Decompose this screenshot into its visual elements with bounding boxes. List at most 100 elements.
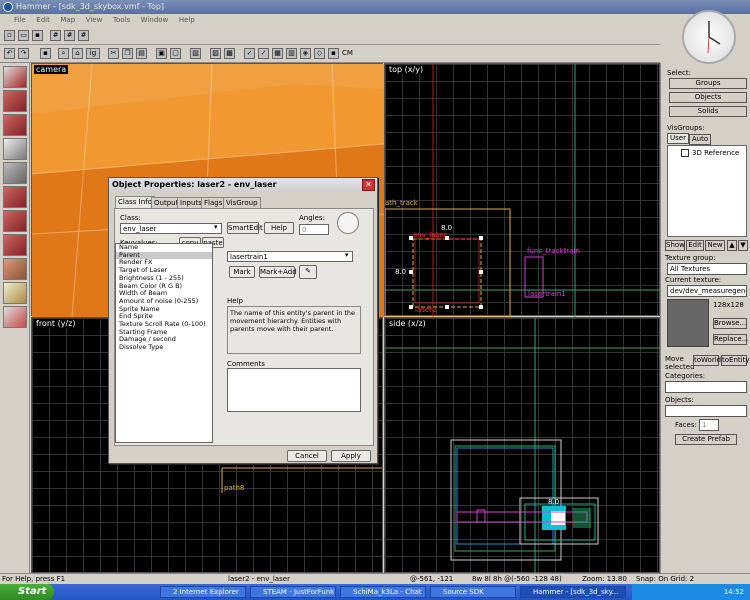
menu-file[interactable]: File <box>14 14 26 27</box>
side-viewport[interactable]: side (x/z) 8.0 <box>384 317 661 574</box>
to-world-button[interactable]: toWorld <box>693 355 721 366</box>
dialog-close-icon[interactable]: ✕ <box>362 179 375 191</box>
visgroup-edit-button[interactable]: Edit <box>686 240 704 251</box>
vertex-tool-icon[interactable] <box>3 306 27 328</box>
visgroup-new-button[interactable]: New <box>705 240 725 251</box>
side-scene <box>385 318 661 574</box>
carve-icon[interactable]: ▧ <box>190 48 201 59</box>
grid-toggle-icon[interactable]: # <box>50 30 61 41</box>
clipping-tool-icon[interactable] <box>3 282 27 304</box>
top-viewport[interactable]: top (x/y) ath_track env_laser 8.0 8.0 fu… <box>384 63 661 317</box>
faces-input[interactable]: 1 <box>699 419 719 431</box>
cordon-icon[interactable]: ▪ <box>328 48 339 59</box>
task-internet-explorer[interactable]: 2 Internet Explorer <box>160 586 246 598</box>
tab-flags[interactable]: Flags <box>201 197 226 208</box>
help-button[interactable]: Help <box>264 222 294 234</box>
task-source-sdk[interactable]: Source SDK <box>430 586 516 598</box>
apply-current-texture-icon[interactable] <box>3 210 27 232</box>
eyedropper-icon[interactable]: ✎ <box>299 265 317 279</box>
menu-help[interactable]: Help <box>179 14 195 27</box>
texture-application-icon[interactable] <box>3 186 27 208</box>
group-icon[interactable]: ▣ <box>156 48 167 59</box>
texture-group-select[interactable]: All Textures <box>667 263 747 275</box>
paste-icon[interactable]: ▤ <box>136 48 147 59</box>
magnify-tool-icon[interactable] <box>3 90 27 112</box>
categories-select[interactable] <box>665 381 747 393</box>
to-entity-button[interactable]: toEntity <box>721 355 749 366</box>
menu-view[interactable]: View <box>86 14 103 27</box>
selection-tool-icon[interactable] <box>3 66 27 88</box>
select-objects-button[interactable]: Objects <box>669 92 747 103</box>
entity-tool-icon[interactable] <box>3 138 27 160</box>
cancel-button[interactable]: Cancel <box>287 450 327 462</box>
block-tool-icon[interactable] <box>3 162 27 184</box>
menu-tools[interactable]: Tools <box>113 14 130 27</box>
hide-selected-icon[interactable]: ▨ <box>210 48 221 59</box>
move-to-world-icon[interactable]: ▥ <box>286 48 297 59</box>
task-steam[interactable]: STEAM - JustForFunk... <box>250 586 336 598</box>
value-dropdown-icon[interactable]: ▾ <box>345 251 349 259</box>
cordon-mode-label[interactable]: CM <box>342 49 353 57</box>
menu-map[interactable]: Map <box>60 14 75 27</box>
angles-input[interactable]: 0 <box>299 224 329 235</box>
class-dropdown-icon[interactable]: ▾ <box>214 223 218 231</box>
visgroup-show-button[interactable]: Show <box>665 240 685 251</box>
create-prefab-button[interactable]: Create Prefab <box>675 434 737 445</box>
objects-select[interactable] <box>665 405 747 417</box>
visgroups-tab-user[interactable]: User <box>667 133 689 144</box>
tab-visgroup[interactable]: VisGroup <box>223 197 261 208</box>
show-all-icon[interactable]: ▩ <box>224 48 235 59</box>
save-map-icon[interactable]: ▪ <box>40 48 51 59</box>
texture-lock-scale-icon[interactable]: ✓ <box>258 48 269 59</box>
save-icon[interactable]: ▪ <box>32 30 43 41</box>
ignore-groups-button[interactable]: ig <box>86 48 100 59</box>
move-up-arrow-icon[interactable]: ▲ <box>727 240 737 251</box>
camera-tool-icon[interactable] <box>3 114 27 136</box>
helpers-toggle-icon[interactable]: ◇ <box>314 48 325 59</box>
visgroups-tab-auto[interactable]: Auto <box>689 134 711 145</box>
menu-window[interactable]: Window <box>141 14 169 27</box>
tab-class-info[interactable]: Class Info <box>115 196 155 208</box>
grid-larger-icon[interactable]: # <box>78 30 89 41</box>
texture-lock-icon[interactable]: ✓ <box>244 48 255 59</box>
browse-button[interactable]: Browse... <box>713 318 747 329</box>
keyvalue-value-input[interactable]: lasertrain1 <box>227 251 353 262</box>
apply-button[interactable]: Apply <box>331 450 371 462</box>
tie-to-entity-icon[interactable]: ▦ <box>272 48 283 59</box>
smartedit-button[interactable]: SmartEdit <box>227 222 263 234</box>
clock-widget <box>682 10 736 64</box>
overlay-tool-icon[interactable] <box>3 258 27 280</box>
angles-dial-icon[interactable] <box>337 212 359 234</box>
replace-button[interactable]: Replace... <box>713 334 748 345</box>
start-button[interactable]: Start <box>0 584 54 600</box>
decal-tool-icon[interactable] <box>3 234 27 256</box>
redo-icon[interactable]: ↷ <box>18 48 29 59</box>
new-file-icon[interactable]: ▫ <box>4 30 15 41</box>
copy-icon[interactable]: ❐ <box>122 48 133 59</box>
find-entity-icon[interactable]: ⌕ <box>58 48 69 59</box>
task-hammer[interactable]: Hammer - [sdk_3d_sky... <box>520 586 626 598</box>
ungroup-icon[interactable]: ▢ <box>170 48 181 59</box>
texture-size-label: 128x128 <box>713 301 744 309</box>
class-label: Class: <box>120 214 141 222</box>
undo-icon[interactable]: ↶ <box>4 48 15 59</box>
mark-button[interactable]: Mark <box>229 266 255 278</box>
mark-add-button[interactable]: Mark+Add <box>259 266 297 278</box>
class-select[interactable]: env_laser <box>120 223 222 234</box>
laser2-label: laser2 <box>415 306 437 314</box>
visgroup-checkbox[interactable] <box>681 149 689 157</box>
select-groups-button[interactable]: Groups <box>669 78 747 89</box>
menu-edit[interactable]: Edit <box>36 14 50 27</box>
open-file-icon[interactable]: ▭ <box>18 30 29 41</box>
run-map-icon[interactable]: ◈ <box>300 48 311 59</box>
keyvalue-item[interactable]: Dissolve Type <box>116 343 212 352</box>
comments-textarea[interactable] <box>227 368 361 412</box>
grid-smaller-icon[interactable]: # <box>64 30 75 41</box>
current-texture-select[interactable]: dev/dev_measuregene <box>667 285 747 297</box>
cut-icon[interactable]: ✂ <box>108 48 119 59</box>
goto-icon[interactable]: ⌂ <box>72 48 83 59</box>
task-chat[interactable]: SchiMa_k3La - Chat <box>340 586 426 598</box>
visgroup-item-3d-reference[interactable]: 3D Reference <box>692 149 739 157</box>
move-down-arrow-icon[interactable]: ▼ <box>738 240 748 251</box>
select-solids-button[interactable]: Solids <box>669 106 747 117</box>
